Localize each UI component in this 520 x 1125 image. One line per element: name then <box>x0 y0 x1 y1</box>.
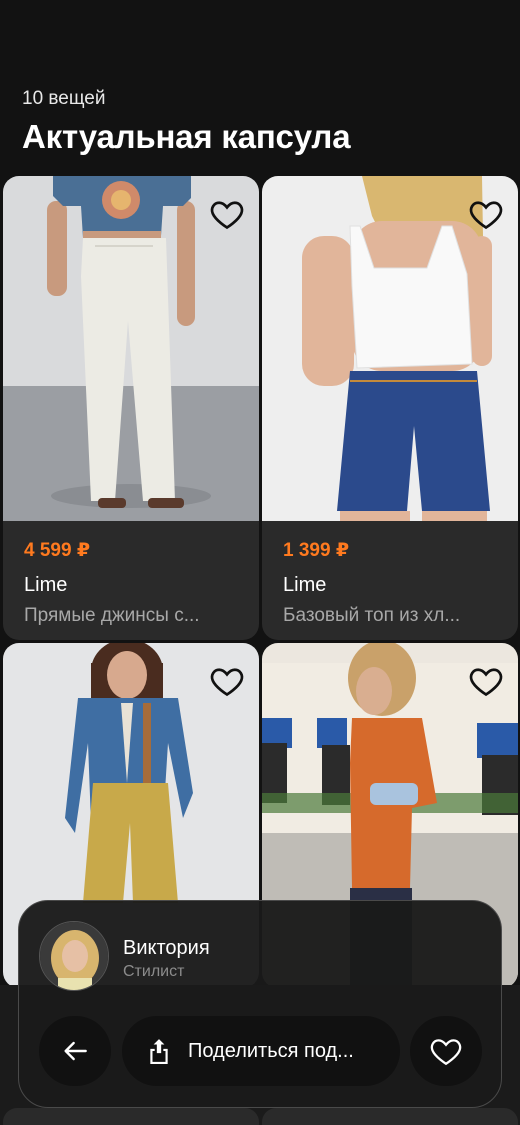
product-price: 1 399 ₽ <box>283 540 350 561</box>
product-card-peek <box>3 1108 259 1125</box>
share-button[interactable]: Поделиться под... <box>122 1016 400 1086</box>
share-button-label: Поделиться под... <box>188 1039 354 1062</box>
favorite-heart-icon[interactable] <box>209 663 245 699</box>
collection-header: 10 вещей Актуальная капсула <box>22 88 351 156</box>
product-info-2: 1 399 ₽ Lime Базовый топ из хл... <box>283 539 508 627</box>
favorite-heart-icon[interactable] <box>468 196 504 232</box>
heart-icon <box>430 1039 462 1066</box>
product-brand: Lime <box>283 574 327 596</box>
product-description: Прямые джинсы с... <box>24 605 200 626</box>
arrow-left-icon <box>64 1041 87 1061</box>
stylist-panel: Виктория Стилист Поделиться под... <box>18 900 502 1108</box>
product-description: Базовый топ из хл... <box>283 605 461 626</box>
product-price: 4 599 ₽ <box>24 540 91 561</box>
product-card-peek <box>262 1108 518 1125</box>
product-card-2[interactable]: 1 399 ₽ Lime Базовый топ из хл... <box>262 176 518 640</box>
stylist-role: Стилист <box>123 963 185 980</box>
back-button[interactable] <box>39 1016 111 1086</box>
stylist-name: Виктория <box>123 937 210 959</box>
favorite-heart-icon[interactable] <box>468 663 504 699</box>
product-brand: Lime <box>24 574 68 596</box>
avatar[interactable] <box>39 921 109 991</box>
page-title: Актуальная капсула <box>22 118 351 155</box>
items-count: 10 вещей <box>22 88 106 109</box>
product-card-1[interactable]: 4 599 ₽ Lime Прямые джинсы с... <box>3 176 259 640</box>
product-info-1: 4 599 ₽ Lime Прямые джинсы с... <box>24 539 249 627</box>
favorite-heart-icon[interactable] <box>209 196 245 232</box>
like-collection-button[interactable] <box>410 1016 482 1086</box>
share-icon <box>150 1039 168 1064</box>
